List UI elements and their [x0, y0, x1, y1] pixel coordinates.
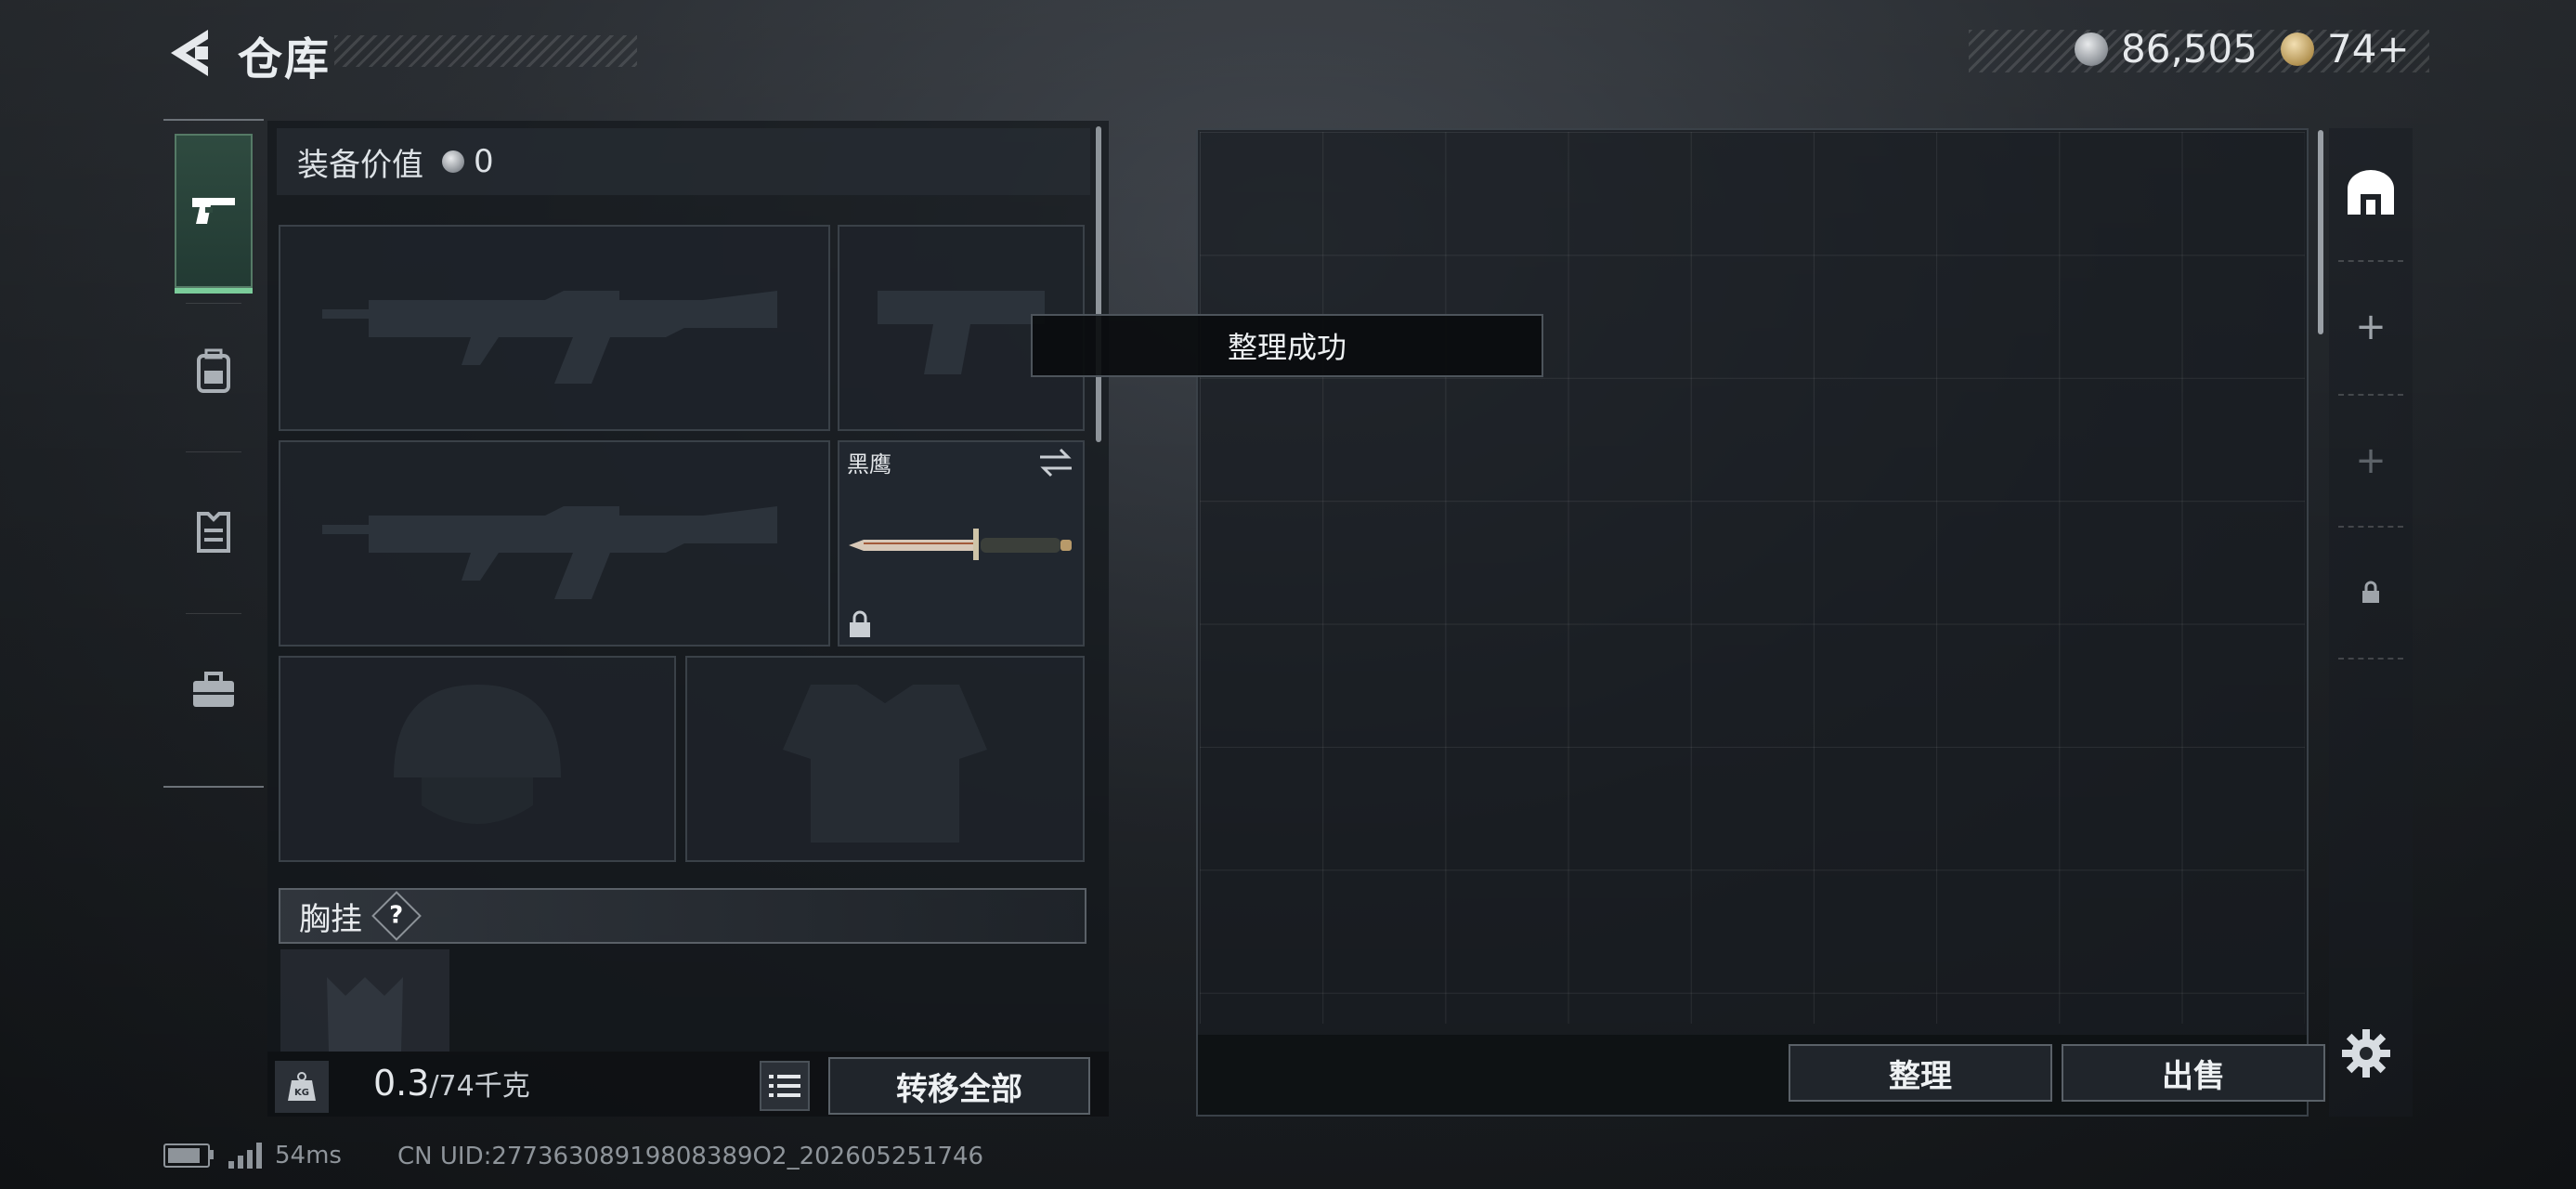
chest-rig-header: 胸挂 ?: [279, 888, 1086, 944]
sort-button[interactable]: 整理: [1789, 1044, 2052, 1102]
lock-icon: [2362, 581, 2379, 603]
helmet-slot[interactable]: [279, 656, 676, 862]
scrollbar[interactable]: [1096, 126, 1101, 442]
combat-knife-icon: [849, 529, 1072, 560]
silver-coin-icon: [442, 150, 464, 173]
weight-current: 0.3: [373, 1063, 430, 1104]
plus-icon: +: [2355, 306, 2387, 348]
ping-readout: 54ms: [275, 1142, 342, 1169]
title-decoration: [334, 35, 637, 67]
equipment-value-bar: 装备价值 0: [277, 128, 1090, 195]
gold-amount: 74+: [2327, 26, 2410, 72]
back-button[interactable]: [163, 26, 212, 80]
secondary-weapon-slot[interactable]: [279, 440, 830, 647]
toast-message: 整理成功: [1031, 314, 1543, 377]
weight-icon: KG: [275, 1061, 329, 1113]
nav-divider: [186, 451, 241, 452]
silver-currency[interactable]: 86,505: [2075, 26, 2257, 72]
top-bar: 仓库 86,505 74+: [0, 0, 2576, 110]
backpack-icon: [197, 348, 230, 393]
tab-divider: [2338, 658, 2403, 660]
lock-icon: [850, 610, 870, 637]
storage-tab-add-2[interactable]: +: [2329, 396, 2413, 526]
storage-tab-add-1[interactable]: +: [2329, 262, 2413, 392]
primary-weapon-slot[interactable]: [279, 225, 830, 431]
nav-armor[interactable]: [175, 453, 253, 608]
home-storage-icon: [2348, 170, 2394, 215]
list-view-button[interactable]: [760, 1061, 810, 1111]
rifle-silhouette-icon: [322, 506, 777, 599]
svg-text:KG: KG: [294, 1088, 309, 1098]
back-arrow-icon: [171, 30, 208, 76]
sell-button[interactable]: 出售: [2062, 1044, 2325, 1102]
settings-gear-icon[interactable]: [2340, 1027, 2392, 1079]
body-armor-slot[interactable]: [685, 656, 1085, 862]
signal-icon: [228, 1143, 262, 1169]
page-title: 仓库: [238, 33, 332, 85]
armor-silhouette-icon: [783, 685, 987, 843]
nav-weapons[interactable]: [175, 134, 253, 294]
equipment-value-label: 装备价值: [297, 146, 423, 184]
helmet-silhouette-icon: [394, 685, 561, 824]
battery-icon: [163, 1143, 214, 1168]
weight-capacity: /74千克: [429, 1070, 530, 1103]
gold-coin-icon: [2281, 32, 2314, 66]
chest-rig-slot[interactable]: [280, 949, 449, 1052]
silver-amount: 86,505: [2121, 26, 2257, 72]
storage-panel: 整理 出售: [1196, 128, 2325, 1117]
chest-rig-label: 胸挂: [299, 900, 362, 938]
storage-footer: 整理 出售: [1198, 1035, 2325, 1115]
storage-scrollbar[interactable]: [2318, 130, 2323, 334]
nav-backpack[interactable]: [175, 294, 253, 448]
silver-coin-icon: [2075, 32, 2108, 66]
storage-tab-locked[interactable]: [2329, 528, 2413, 658]
chest-rig-silhouette-icon: [327, 977, 403, 1052]
toolbox-icon: [193, 672, 234, 707]
help-icon[interactable]: ?: [371, 891, 422, 941]
melee-slot[interactable]: 黑鹰: [838, 440, 1085, 647]
plus-icon: +: [2355, 439, 2387, 482]
equipment-value: 0: [474, 143, 494, 180]
status-bar: 54ms: [163, 1137, 342, 1174]
nav-tools[interactable]: [175, 613, 253, 767]
pistol-silhouette-icon: [878, 291, 1045, 374]
armor-vest-icon: [197, 512, 230, 553]
transfer-all-button[interactable]: 转移全部: [828, 1057, 1090, 1115]
storage-tabs: + +: [2329, 128, 2413, 1117]
rifle-silhouette-icon: [322, 291, 777, 384]
pistol-icon: [192, 198, 235, 224]
list-icon: [769, 1075, 800, 1097]
storage-grid[interactable]: [1200, 132, 2305, 1024]
gold-currency[interactable]: 74+: [2281, 26, 2410, 72]
storage-tab-home[interactable]: [2329, 128, 2413, 258]
user-uid: CN UID:27736308919808389O2_202605251746: [397, 1143, 984, 1170]
equipment-panel: 装备价值 0 黑鹰 胸挂 ? KG 0.3/74千克 转移全部: [267, 121, 1109, 1117]
category-nav: [163, 119, 264, 788]
weight-readout: 0.3/74千克: [373, 1063, 530, 1104]
equipment-footer: KG 0.3/74千克 转移全部: [267, 1052, 1109, 1117]
